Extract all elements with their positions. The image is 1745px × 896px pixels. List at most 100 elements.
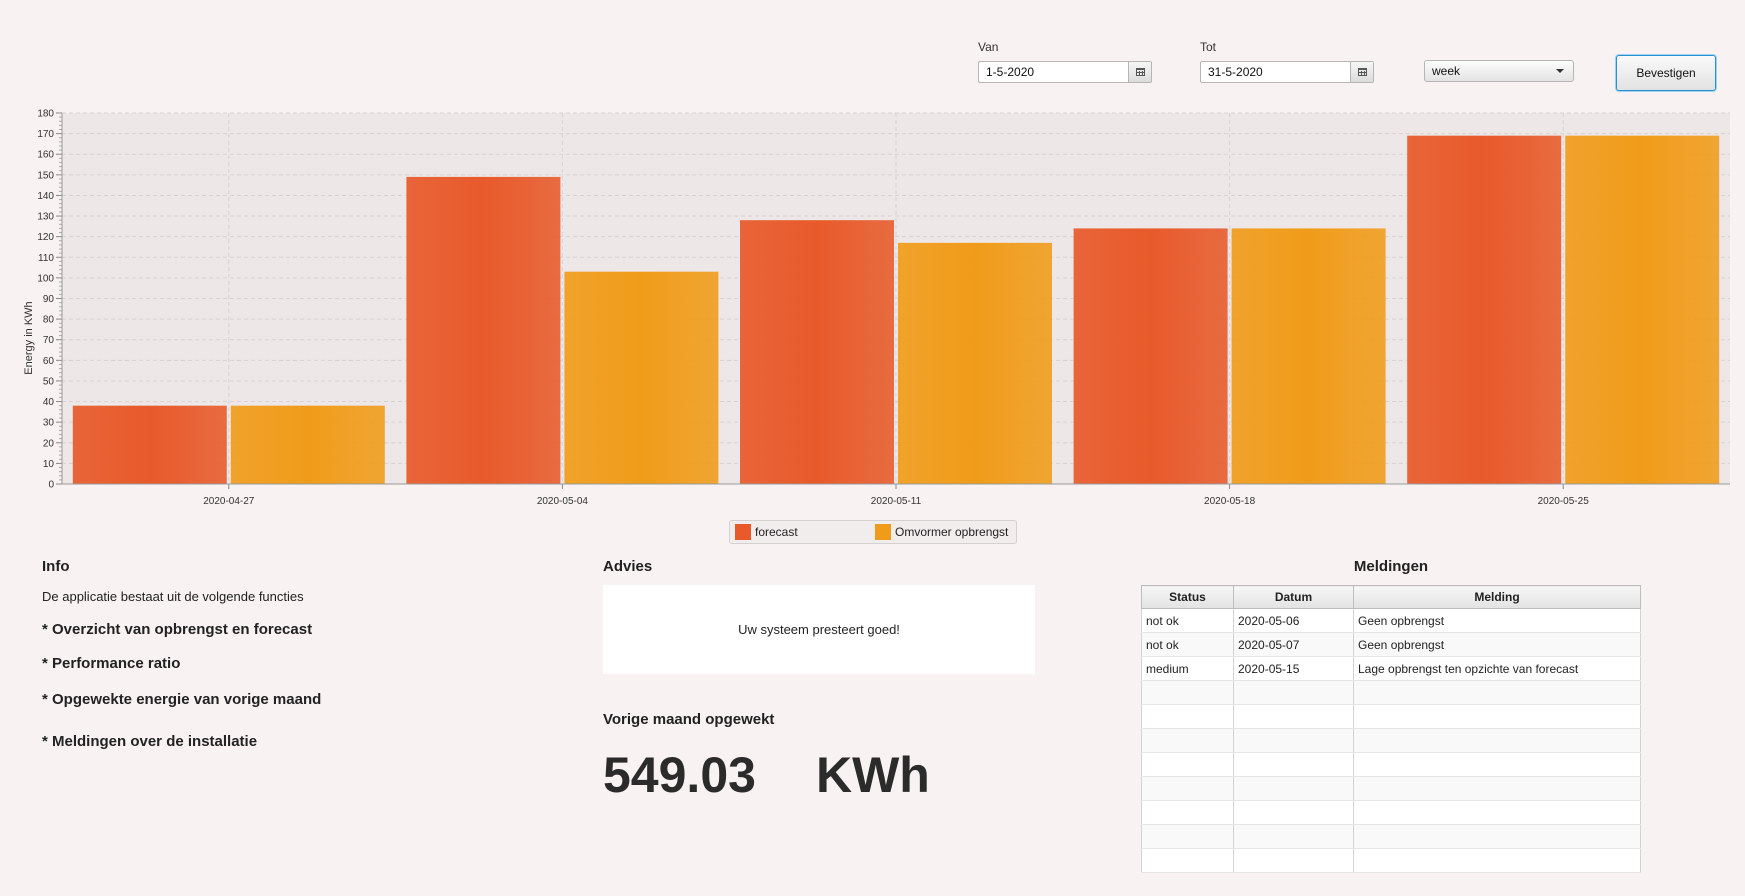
period-select-value: week	[1432, 64, 1461, 78]
notifications-table[interactable]: Status Datum Melding not ok 2020-05-06 Gee…	[1141, 585, 1641, 873]
advice-box: Uw systeem presteert goed!	[603, 585, 1035, 674]
bar-omvormer-2020-05-18	[1231, 228, 1386, 484]
table-cell	[1353, 776, 1641, 801]
legend-item-omvormer: Omvormer opbrengst	[870, 524, 1008, 540]
y-tick-label: 170	[37, 129, 54, 140]
table-cell: not ok	[1141, 608, 1234, 633]
y-tick-label: 180	[37, 109, 54, 120]
y-tick-label: 140	[37, 191, 54, 202]
info-feature-4: * Meldingen over de installatie	[42, 733, 258, 750]
y-tick-label: 110	[38, 253, 54, 264]
y-tick-label: 40	[43, 397, 55, 408]
last-month-value: 549.03	[603, 747, 756, 803]
table-row-empty[interactable]	[1141, 728, 1641, 753]
y-tick-label: 80	[43, 315, 55, 326]
last-month-title: Vorige maand opgewekt	[603, 711, 775, 728]
from-date-picker[interactable]: 1-5-2020	[978, 61, 1152, 83]
table-row-empty[interactable]	[1141, 776, 1641, 801]
column-header-melding[interactable]: Melding	[1353, 585, 1641, 609]
calendar-icon	[1357, 68, 1367, 76]
last-month-unit: KWh	[816, 747, 930, 803]
table-cell	[1353, 728, 1641, 753]
bar-forecast-2020-05-04	[406, 176, 561, 484]
to-label: Tot	[1200, 40, 1217, 54]
chevron-down-icon	[1556, 69, 1564, 73]
bar-omvormer-2020-04-27	[230, 405, 385, 484]
bar-omvormer-2020-05-25	[1565, 135, 1720, 484]
calendar-icon	[1135, 68, 1145, 76]
info-feature-2: * Performance ratio	[42, 655, 181, 672]
table-cell	[1141, 752, 1234, 777]
to-date-picker[interactable]: 31-5-2020	[1200, 61, 1374, 83]
table-row[interactable]: not ok 2020-05-06 Geen opbrengst	[1141, 608, 1641, 633]
column-header-status[interactable]: Status	[1141, 585, 1234, 609]
bar-forecast-2020-05-18	[1073, 228, 1228, 484]
x-tick-label: 2020-04-27	[203, 496, 255, 507]
confirm-button[interactable]: Bevestigen	[1616, 55, 1716, 91]
table-cell	[1141, 848, 1234, 873]
info-intro: De applicatie bestaat uit de volgende fu…	[42, 589, 304, 604]
table-cell	[1233, 752, 1354, 777]
table-row[interactable]: not ok 2020-05-07 Geen opbrengst	[1141, 632, 1641, 657]
legend-swatch-omvormer	[875, 524, 891, 540]
table-cell: 2020-05-15	[1233, 656, 1354, 681]
table-header-row: Status Datum Melding	[1141, 585, 1641, 609]
x-tick-label: 2020-05-11	[871, 496, 922, 507]
table-cell	[1353, 848, 1641, 873]
table-cell: not ok	[1141, 632, 1234, 657]
table-row-empty[interactable]	[1141, 848, 1641, 873]
table-cell	[1353, 752, 1641, 777]
y-tick-label: 10	[43, 459, 55, 470]
bar-forecast-2020-05-11	[740, 220, 894, 484]
advice-title: Advies	[603, 558, 653, 575]
y-tick-label: 0	[48, 480, 54, 491]
bar-forecast-2020-05-25	[1407, 135, 1562, 484]
legend-label-omvormer: Omvormer opbrengst	[895, 525, 1009, 539]
table-cell	[1233, 728, 1354, 753]
table-cell	[1233, 800, 1354, 825]
table-row-empty[interactable]	[1141, 800, 1641, 825]
from-calendar-button[interactable]	[1128, 62, 1151, 82]
y-tick-label: 30	[43, 418, 55, 429]
y-tick-label: 150	[37, 170, 54, 181]
table-row-empty[interactable]	[1141, 824, 1641, 849]
table-row[interactable]: medium 2020-05-15 Lage opbrengst ten opzic…	[1141, 656, 1641, 681]
table-cell: 2020-05-06	[1233, 608, 1354, 633]
table-row-empty[interactable]	[1141, 680, 1641, 705]
period-select[interactable]: week	[1424, 60, 1574, 82]
from-date-value[interactable]: 1-5-2020	[979, 62, 1128, 82]
legend-item-forecast: forecast	[730, 524, 870, 540]
table-cell	[1141, 680, 1234, 705]
table-cell	[1141, 800, 1234, 825]
table-cell: Lage opbrengst ten opzichte van forecast	[1353, 656, 1641, 681]
y-tick-label: 120	[37, 232, 54, 243]
from-label: Van	[978, 40, 999, 54]
y-tick-label: 20	[43, 438, 55, 449]
table-cell	[1353, 704, 1641, 729]
table-row-empty[interactable]	[1141, 752, 1641, 777]
table-cell	[1353, 824, 1641, 849]
legend-swatch-forecast	[735, 524, 751, 540]
y-tick-label: 130	[37, 212, 54, 223]
notifications-table-body: not ok 2020-05-06 Geen opbrengst not ok 2020…	[1141, 608, 1641, 873]
table-row-empty[interactable]	[1141, 704, 1641, 729]
y-tick-label: 90	[43, 294, 55, 305]
info-title: Info	[42, 558, 70, 575]
y-tick-label: 70	[43, 335, 55, 346]
table-cell	[1233, 848, 1354, 873]
info-feature-3: * Opgewekte energie van vorige maand	[42, 691, 322, 708]
table-cell	[1233, 776, 1354, 801]
x-tick-label: 2020-05-18	[1204, 496, 1256, 507]
table-cell	[1233, 824, 1354, 849]
to-date-value[interactable]: 31-5-2020	[1201, 62, 1350, 82]
y-tick-label: 60	[43, 356, 55, 367]
column-header-datum[interactable]: Datum	[1233, 585, 1354, 609]
bar-omvormer-2020-05-04	[564, 271, 719, 484]
to-calendar-button[interactable]	[1350, 62, 1373, 82]
y-tick-label: 160	[37, 150, 54, 161]
chart-legend: forecast Omvormer opbrengst	[729, 520, 1017, 544]
table-cell	[1353, 800, 1641, 825]
table-cell: Geen opbrengst	[1353, 632, 1641, 657]
table-cell	[1233, 704, 1354, 729]
table-cell: Geen opbrengst	[1353, 608, 1641, 633]
